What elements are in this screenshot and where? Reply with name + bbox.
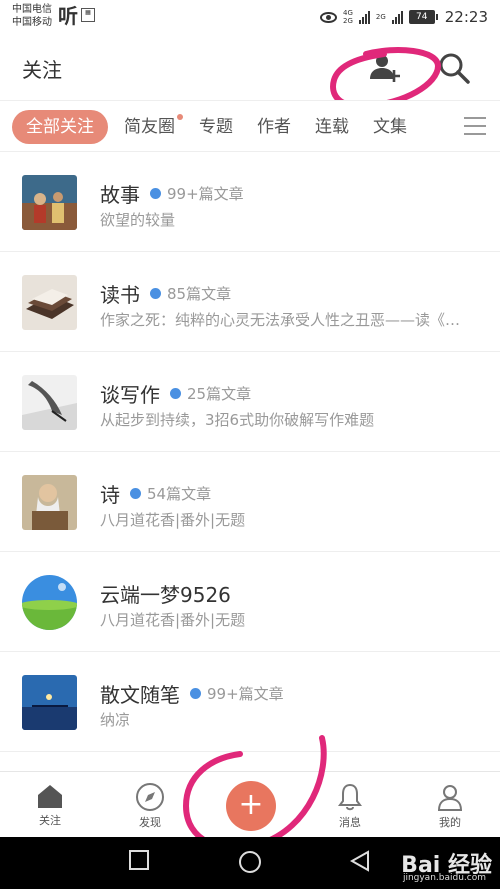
item-title-row: 读书 85篇文章 <box>100 279 231 308</box>
network-type-2: 2G <box>375 13 386 21</box>
carrier-1: 中国电信 <box>12 4 52 15</box>
signal-strength-1-icon <box>358 10 370 24</box>
nav-discover[interactable]: 发现 <box>120 772 180 838</box>
article-count: 54篇文章 <box>147 485 212 503</box>
update-dot-icon <box>150 288 161 299</box>
recents-button[interactable] <box>128 849 150 875</box>
menu-icon[interactable] <box>464 117 486 135</box>
clock: 22:23 <box>444 8 488 26</box>
nav-label: 我的 <box>439 816 461 829</box>
tab-row: 全部关注 简友圈 专题 作者 连载 文集 <box>12 110 419 144</box>
back-triangle-icon <box>349 850 369 872</box>
article-count: 99+篇文章 <box>207 685 284 703</box>
item-title-row: 散文随笔 99+篇文章 <box>100 679 284 708</box>
search-icon <box>439 53 470 84</box>
nav-profile[interactable]: 我的 <box>420 772 480 838</box>
eye-comfort-icon <box>319 11 337 23</box>
square-icon <box>129 850 149 870</box>
item-desc: 八月道花香|番外|无题 <box>100 611 246 629</box>
new-post-button[interactable]: + <box>226 781 276 831</box>
notification-badge-icon: ▦ <box>81 8 95 22</box>
following-list: 故事 99+篇文章 欲望的较量 读书 85篇文章 作家之死：纯粹的心灵无法承受人… <box>0 152 500 752</box>
tab-authors[interactable]: 作者 <box>245 110 303 144</box>
hd-voice-icon: 听 <box>58 4 78 28</box>
item-title-row: 故事 99+篇文章 <box>100 179 244 208</box>
item-title-row: 云端一梦9526 <box>100 579 231 608</box>
item-name: 谈写作 <box>100 383 160 407</box>
item-desc: 欲望的较量 <box>100 211 176 229</box>
person-icon <box>437 785 463 811</box>
battery-icon: 74 <box>408 10 438 24</box>
carrier-2: 中国移动 <box>12 17 52 28</box>
item-desc: 作家之死：纯粹的心灵无法承受人性之丑恶——读《… <box>100 311 461 329</box>
item-name: 故事 <box>100 183 140 207</box>
header: 关注 <box>0 34 500 100</box>
cover-image-writing <box>22 375 77 430</box>
circle-icon <box>239 851 261 873</box>
item-desc: 纳凉 <box>100 711 131 729</box>
home-button[interactable] <box>237 849 263 879</box>
nav-label: 发现 <box>139 816 161 829</box>
cover-image-poetry <box>22 475 77 530</box>
item-name: 读书 <box>100 283 140 307</box>
update-dot-icon <box>190 688 201 699</box>
category-tabs: 全部关注 简友圈 专题 作者 连载 文集 <box>0 100 500 152</box>
tab-friends-circle[interactable]: 简友圈 <box>112 110 187 144</box>
nav-messages[interactable]: 消息 <box>320 772 380 838</box>
cover-image-reading <box>22 275 77 330</box>
compass-icon <box>136 783 164 811</box>
tab-all-following[interactable]: 全部关注 <box>12 110 108 144</box>
list-item[interactable]: 谈写作 25篇文章 从起步到持续，3招6式助你破解写作难题 <box>0 352 500 452</box>
home-icon <box>38 785 62 808</box>
tab-topics[interactable]: 专题 <box>187 110 245 144</box>
list-item[interactable]: 诗 54篇文章 八月道花香|番外|无题 <box>0 452 500 552</box>
article-count: 99+篇文章 <box>167 185 244 203</box>
item-name: 诗 <box>100 483 120 507</box>
nav-label: 消息 <box>339 816 361 829</box>
new-dot-icon <box>177 114 183 120</box>
page-title: 关注 <box>22 58 62 82</box>
list-item[interactable]: 故事 99+篇文章 欲望的较量 <box>0 152 500 252</box>
system-nav-bar: Bai 经验 jingyan.baidu.com <box>0 837 500 889</box>
add-user-button[interactable] <box>368 52 408 84</box>
tab-serials[interactable]: 连载 <box>303 110 361 144</box>
tab-collections[interactable]: 文集 <box>361 110 419 144</box>
item-title-row: 诗 54篇文章 <box>100 479 211 508</box>
nav-label: 关注 <box>39 814 61 827</box>
plus-icon: + <box>238 787 264 822</box>
item-name: 散文随笔 <box>100 683 180 707</box>
carrier-info: 中国电信 中国移动 <box>12 3 52 29</box>
article-count: 85篇文章 <box>167 285 232 303</box>
item-title-row: 谈写作 25篇文章 <box>100 379 251 408</box>
article-count: 25篇文章 <box>187 385 252 403</box>
search-button[interactable] <box>436 50 472 86</box>
item-desc: 八月道花香|番外|无题 <box>100 511 246 529</box>
network-type-1: 4G 2G <box>342 9 353 25</box>
update-dot-icon <box>130 488 141 499</box>
cover-image-essay <box>22 675 77 730</box>
update-dot-icon <box>170 388 181 399</box>
signal-strength-2-icon <box>391 10 403 24</box>
bell-icon <box>338 783 362 811</box>
list-item[interactable]: 散文随笔 99+篇文章 纳凉 <box>0 652 500 752</box>
add-user-icon <box>370 55 400 82</box>
status-bar: 中国电信 中国移动 听 ▦ 4G 2G 2G 74 22:23 <box>0 0 500 34</box>
watermark-url: jingyan.baidu.com <box>402 873 486 883</box>
cover-image-story <box>22 175 77 230</box>
item-name: 云端一梦9526 <box>100 583 231 607</box>
status-indicators: 4G 2G 2G 74 22:23 <box>319 6 488 28</box>
update-dot-icon <box>150 188 161 199</box>
list-item[interactable]: 云端一梦9526 八月道花香|番外|无题 <box>0 552 500 652</box>
list-item[interactable]: 读书 85篇文章 作家之死：纯粹的心灵无法承受人性之丑恶——读《… <box>0 252 500 352</box>
nav-following[interactable]: 关注 <box>20 772 80 838</box>
item-desc: 从起步到持续，3招6式助你破解写作难题 <box>100 411 375 429</box>
avatar <box>22 575 77 630</box>
back-button[interactable] <box>348 849 372 877</box>
